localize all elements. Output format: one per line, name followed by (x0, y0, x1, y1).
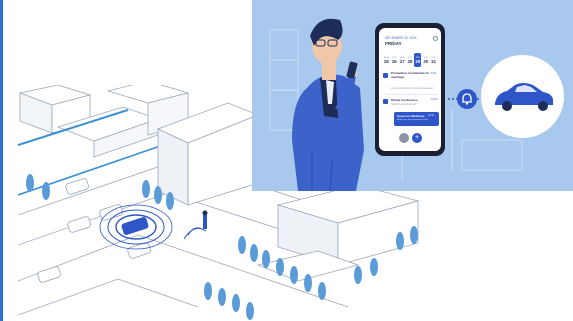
event-item-3-highlighted[interactable]: In-person Meetings 11:00 Notify your tex… (394, 112, 439, 126)
day-thu[interactable]: THU 28 (407, 53, 414, 67)
car-icon (495, 83, 553, 111)
event-title: Online Conference (391, 98, 418, 102)
event-time: 8:30 (431, 72, 437, 75)
week-strip: MON 25 TUE 26 WED 27 THU 28 FRI 29 SAT 30 SUN 3… (383, 53, 437, 67)
calendar-gear-icon[interactable] (433, 36, 438, 41)
day-fri-selected[interactable]: FRI 29 (414, 53, 422, 67)
day-sat[interactable]: SAT 30 (422, 53, 429, 67)
day-sun[interactable]: SUN 31 (430, 53, 437, 67)
secondary-action-button[interactable] (399, 133, 409, 143)
left-edge-accent (0, 0, 3, 321)
event-time: 10:00 (431, 98, 438, 101)
event-item-2[interactable]: Online Conference 10:00 Notify the host … (383, 98, 438, 110)
event-time: 11:00 (428, 114, 434, 117)
event-title: In-person Meetings (397, 114, 425, 118)
event-subtitle: Notify your text participant hello (397, 119, 428, 121)
calendar-date: DÉCEMBRE 25, 2023 (385, 36, 417, 40)
day-wed[interactable]: WED 27 (399, 53, 406, 67)
event-subtitle: Lorem ipsum dolor sit amet consectetur (391, 87, 433, 90)
connected-car-circle (481, 55, 564, 138)
event-subtitle: Notify the host that I will (391, 103, 417, 106)
check-icon (383, 99, 388, 104)
day-mon[interactable]: MON 25 (383, 53, 390, 67)
calendar-weekday: FRIDAY (385, 41, 402, 46)
calendar-app-screen: DÉCEMBRE 25, 2023 FRIDAY MON 25 TUE 26 WED… (379, 28, 441, 151)
add-button[interactable]: + (412, 133, 422, 143)
check-icon (383, 73, 388, 78)
divider (383, 94, 437, 95)
smartphone: DÉCEMBRE 25, 2023 FRIDAY MON 25 TUE 26 WED… (375, 23, 445, 156)
event-title: Production of materials for meetings (391, 71, 430, 79)
bell-icon (457, 89, 477, 109)
day-tue[interactable]: TUE 26 (391, 53, 398, 67)
